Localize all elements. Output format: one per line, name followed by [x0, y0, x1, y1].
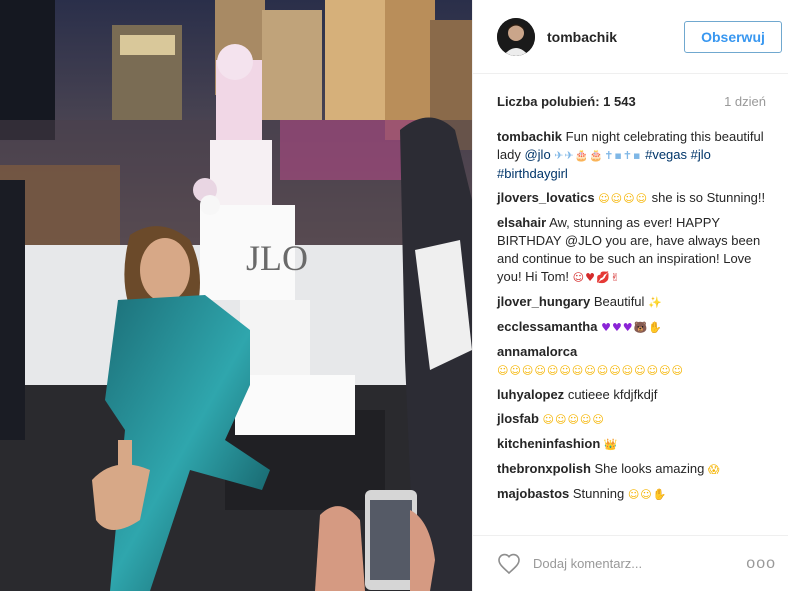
comment-username[interactable]: luhyalopez	[497, 387, 564, 402]
cake-monogram: JLO	[246, 238, 308, 278]
comment-emoji: ☺☺✋	[627, 488, 668, 501]
comment-item: jlover_hungary Beautiful ✨	[497, 293, 766, 312]
comment-item: tombachik Fun night celebrating this bea…	[497, 128, 766, 183]
comment-emoji: ☺☺☺☺☺	[542, 413, 605, 426]
post-stats: Liczba polubień: 1 543 1 dzień	[473, 74, 788, 128]
comment-text: Beautiful	[593, 294, 649, 309]
comment-text: Stunning	[572, 486, 628, 501]
comment-username[interactable]: ecclessamantha	[497, 319, 597, 334]
mention-link[interactable]: @jlo	[524, 147, 550, 162]
comment-emoji: ✈✈🎂🎂✝▪✝▪	[554, 149, 642, 162]
comment-text: She looks amazing	[594, 461, 708, 476]
sparkles-icon: ✨	[648, 296, 663, 309]
comment-item: luhyalopez cutieee kfdjfkdjf	[497, 386, 766, 404]
comment-item: ecclessamantha ♥♥♥🐻✋	[497, 318, 766, 337]
comment-emoji: 😱	[707, 463, 721, 476]
photo-illustration: JLO	[0, 0, 472, 591]
comment-item: thebronxpolish She looks amazing 😱	[497, 460, 766, 479]
crown-icon: 👑	[603, 438, 619, 451]
comment-emoji: ☺☺☺☺	[598, 192, 649, 205]
heart-icon[interactable]	[497, 552, 521, 576]
comment-username[interactable]: annamalorca	[497, 344, 577, 359]
comment-username[interactable]: tombachik	[497, 129, 562, 144]
comment-item: jlovers_lovatics ☺☺☺☺ she is so Stunning…	[497, 189, 766, 208]
post-age[interactable]: 1 dzień	[724, 94, 766, 109]
comment-text: cutieee kfdjfkdjf	[567, 387, 658, 402]
comment-item: jlosfab ☺☺☺☺☺	[497, 410, 766, 429]
comment-username[interactable]: majobastos	[497, 486, 569, 501]
more-options-icon[interactable]: ooo	[746, 555, 776, 573]
comment-emoji: ♥♥♥🐻✋	[601, 321, 664, 334]
post-header: tombachik Obserwuj	[473, 0, 788, 74]
comment-username[interactable]: thebronxpolish	[497, 461, 591, 476]
comment-username[interactable]: kitcheninfashion	[497, 436, 600, 451]
comment-emoji: ☺☺☺☺☺☺☺☺☺☺☺☺☺☺☺	[497, 364, 685, 377]
comment-item: kitcheninfashion 👑	[497, 435, 766, 454]
post-author-username[interactable]: tombachik	[547, 29, 684, 45]
avatar-image	[497, 17, 535, 56]
like-count[interactable]: Liczba polubień: 1 543	[497, 94, 636, 109]
comment-username[interactable]: jlover_hungary	[497, 294, 590, 309]
comment-item: majobastos Stunning ☺☺✋	[497, 485, 766, 504]
comment-username[interactable]: elsahair	[497, 215, 546, 230]
post-sidebar: tombachik Obserwuj Liczba polubień: 1 54…	[472, 0, 788, 591]
comment-item: annamalorca ☺☺☺☺☺☺☺☺☺☺☺☺☺☺☺	[497, 343, 766, 380]
comment-item: elsahair Aw, stunning as ever! HAPPY BIR…	[497, 214, 766, 287]
avatar[interactable]	[497, 17, 535, 56]
comment-list: tombachik Fun night celebrating this bea…	[473, 128, 788, 504]
follow-button[interactable]: Obserwuj	[684, 20, 782, 53]
comment-username[interactable]: jlosfab	[497, 411, 539, 426]
comment-emoji: ☺♥💋✌	[572, 271, 621, 284]
add-comment-input[interactable]: Dodaj komentarz...	[533, 556, 746, 571]
post-photo[interactable]: JLO	[0, 0, 472, 591]
comment-username[interactable]: jlovers_lovatics	[497, 190, 595, 205]
post-footer: Dodaj komentarz... ooo	[473, 535, 788, 591]
post-modal: JLO tombachik Obserwuj Liczba polubień: …	[0, 0, 788, 591]
comment-text: she is so Stunning!!	[648, 190, 766, 205]
